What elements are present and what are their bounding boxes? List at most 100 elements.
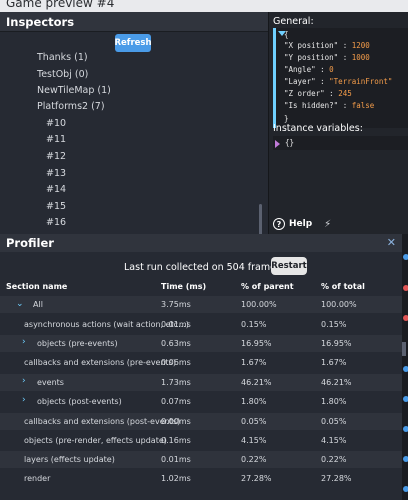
- time-cell: 0.00ms: [161, 417, 191, 426]
- json-open-brace: {: [284, 30, 289, 39]
- window-titlebar: Game preview #4: [0, 0, 408, 12]
- status-dot-icon: [403, 426, 408, 432]
- table-row[interactable]: callbacks and extensions (post-events) 0…: [0, 413, 402, 430]
- section-name: render: [24, 474, 51, 483]
- json-key: "X position": [284, 41, 339, 50]
- parent-pct-cell: 27.28%: [241, 474, 272, 483]
- parent-pct-cell: 100.00%: [241, 300, 277, 309]
- json-value[interactable]: 245: [338, 89, 352, 98]
- json-key: "Is hidden?": [284, 101, 339, 110]
- section-name: objects (pre-render, effects update): [24, 436, 167, 445]
- expand-caret-icon[interactable]: [275, 140, 280, 148]
- instance-variables-block: {}: [273, 136, 408, 150]
- column-header: Section name: [6, 282, 68, 291]
- section-name: All: [33, 300, 43, 309]
- section-name: objects (post-events): [37, 397, 122, 406]
- instance-variables-label: Instance variables:: [273, 123, 363, 134]
- profiler-scrollbar[interactable]: [402, 342, 406, 356]
- tree-item[interactable]: NewTileMap (1): [37, 85, 111, 96]
- chevron-right-icon[interactable]: ›: [22, 376, 26, 386]
- table-row[interactable]: › events 1.73ms 46.21% 46.21%: [0, 374, 402, 391]
- table-row[interactable]: › objects (pre-events) 0.63ms 16.95% 16.…: [0, 335, 402, 352]
- close-icon[interactable]: ✕: [387, 236, 396, 249]
- bug-off-icon[interactable]: ⚡: [324, 219, 331, 230]
- chevron-down-icon[interactable]: ⌄: [16, 299, 24, 309]
- section-name: callbacks and extensions (pre-events): [24, 358, 176, 367]
- status-dot-icon: [403, 315, 408, 321]
- json-key: "Layer": [284, 77, 316, 86]
- total-pct-cell: 16.95%: [321, 339, 352, 348]
- status-dot-icon: [403, 285, 408, 291]
- tree-item[interactable]: #15: [46, 201, 66, 212]
- total-pct-cell: 4.15%: [321, 436, 347, 445]
- status-dot-icon: [403, 456, 408, 462]
- parent-pct-cell: 0.22%: [241, 455, 267, 464]
- column-header: Time (ms): [161, 282, 207, 291]
- time-cell: 0.16ms: [161, 436, 191, 445]
- tree-item[interactable]: #13: [46, 168, 66, 179]
- parent-pct-cell: 1.80%: [241, 397, 267, 406]
- json-value[interactable]: 1000: [352, 53, 370, 62]
- instance-variables-value: {}: [285, 138, 295, 147]
- status-dot-icon: [403, 254, 408, 260]
- json-prop-row: "Y position" : 1000: [284, 53, 370, 62]
- tree-item[interactable]: #11: [46, 134, 66, 145]
- parent-pct-cell: 1.67%: [241, 358, 267, 367]
- tree-item[interactable]: Platforms2 (7): [37, 101, 105, 112]
- section-name: callbacks and extensions (post-events): [24, 417, 181, 426]
- total-pct-cell: 100.00%: [321, 300, 357, 309]
- restart-button[interactable]: Restart: [271, 257, 307, 275]
- total-pct-cell: 46.21%: [321, 378, 352, 387]
- json-prop-row: "Layer" : "TerrainFront": [284, 77, 393, 86]
- table-row[interactable]: callbacks and extensions (pre-events) 0.…: [0, 354, 402, 371]
- help-icon[interactable]: ?: [273, 218, 285, 230]
- tree-item[interactable]: #16: [46, 217, 66, 228]
- json-value[interactable]: false: [352, 101, 375, 110]
- details-panel: General: { "X position" : 1200 "Y positi…: [268, 12, 408, 234]
- json-key: "Z order": [284, 89, 325, 98]
- parent-pct-cell: 0.15%: [241, 320, 267, 329]
- json-close-brace: }: [284, 114, 289, 123]
- json-value[interactable]: 1200: [352, 41, 370, 50]
- help-label[interactable]: Help: [289, 219, 312, 229]
- total-pct-cell: 0.15%: [321, 320, 347, 329]
- time-cell: 0.06ms: [161, 358, 191, 367]
- time-cell: 0.07ms: [161, 397, 191, 406]
- chevron-right-icon[interactable]: ›: [22, 337, 26, 347]
- table-row[interactable]: render 1.02ms 27.28% 27.28%: [0, 470, 402, 487]
- parent-pct-cell: 16.95%: [241, 339, 272, 348]
- profiler-panel: Profiler ✕ Last run collected on 504 fra…: [0, 234, 402, 500]
- table-row[interactable]: ⌄ All 3.75ms 100.00% 100.00%: [0, 296, 402, 313]
- refresh-button[interactable]: Refresh: [114, 34, 152, 52]
- json-prop-row: "Angle" : 0: [284, 65, 334, 74]
- window-title: Game preview #4: [6, 0, 115, 10]
- json-value[interactable]: "TerrainFront": [329, 77, 392, 86]
- tree-item[interactable]: TestObj (0): [37, 69, 88, 80]
- chevron-right-icon[interactable]: ›: [22, 395, 26, 405]
- total-pct-cell: 1.67%: [321, 358, 347, 367]
- tree-item[interactable]: #12: [46, 151, 66, 162]
- inspectors-title: Inspectors: [6, 14, 75, 29]
- section-name: layers (effects update): [24, 455, 115, 464]
- general-label: General:: [273, 16, 314, 27]
- table-row[interactable]: asynchronous actions (wait action, etc..…: [0, 316, 402, 333]
- table-header: Section name Time (ms) % of parent % of …: [0, 278, 402, 294]
- table-row[interactable]: objects (pre-render, effects update) 0.1…: [0, 432, 402, 449]
- time-cell: 3.75ms: [161, 300, 191, 309]
- tree-item[interactable]: #10: [46, 118, 66, 129]
- total-pct-cell: 27.28%: [321, 474, 352, 483]
- last-run-text: Last run collected on 504 frames.: [124, 262, 284, 273]
- time-cell: 1.73ms: [161, 378, 191, 387]
- tree-item[interactable]: Thanks (1): [37, 52, 88, 63]
- inspectors-panel: Inspectors Refresh Thanks (1) TestObj (0…: [0, 12, 268, 240]
- json-prop-row: "X position" : 1200: [284, 41, 370, 50]
- status-dot-icon: [403, 366, 408, 372]
- table-row[interactable]: layers (effects update) 0.01ms 0.22% 0.2…: [0, 451, 402, 468]
- tree-item[interactable]: #14: [46, 184, 66, 195]
- json-value[interactable]: 0: [329, 65, 334, 74]
- total-pct-cell: 1.80%: [321, 397, 347, 406]
- status-dot-icon: [403, 396, 408, 402]
- inspectors-header: Inspectors: [0, 12, 268, 32]
- section-name: events: [37, 378, 64, 387]
- table-row[interactable]: › objects (post-events) 0.07ms 1.80% 1.8…: [0, 393, 402, 410]
